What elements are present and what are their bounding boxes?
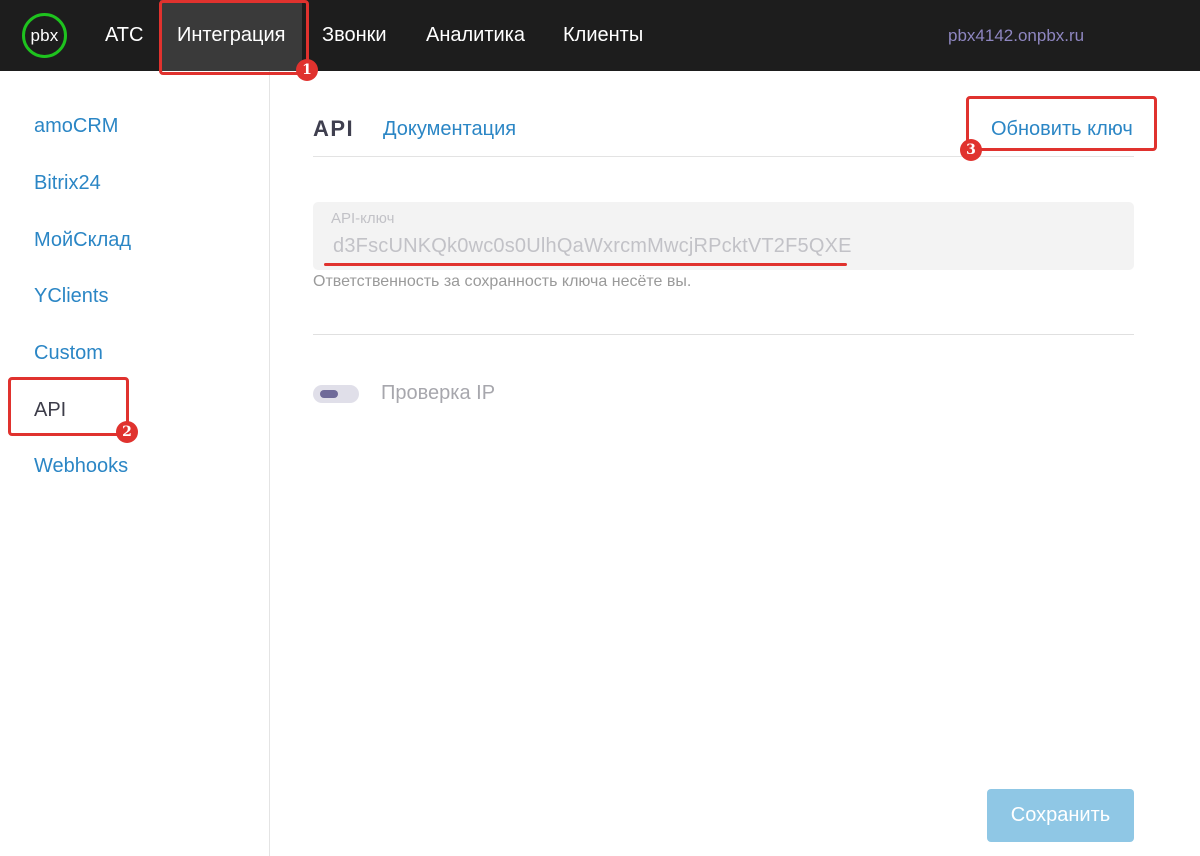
annotation-box-refresh-key (966, 96, 1157, 151)
pbx-host-domain: pbx4142.onpbx.ru (948, 26, 1085, 45)
section-divider (313, 334, 1134, 335)
api-key-field[interactable]: API-ключ d3FscUNKQk0wc0s0UlhQaWxrcmMwcjR… (313, 202, 1134, 270)
sidebar-item-moysklad[interactable]: МойСклад (34, 229, 131, 252)
annotation-badge-3: 3 (960, 139, 982, 161)
annotation-box-integration (159, 0, 309, 75)
sidebar-item-amocrm[interactable]: amoCRM (34, 115, 118, 138)
toggle-knob (320, 390, 338, 398)
api-key-value[interactable]: d3FscUNKQk0wc0s0UlhQaWxrcmMwcjRPcktVT2F5… (333, 235, 852, 258)
sidebar-item-bitrix24[interactable]: Bitrix24 (34, 172, 101, 195)
annotation-underline-api-key (324, 263, 847, 266)
sidebar-item-webhooks[interactable]: Webhooks (34, 455, 128, 478)
api-key-label: API-ключ (331, 210, 395, 227)
annotation-badge-1: 1 (296, 59, 318, 81)
tab-api[interactable]: API (313, 116, 354, 142)
nav-item-clients[interactable]: Клиенты (563, 0, 643, 71)
nav-item-analytics[interactable]: Аналитика (426, 0, 525, 71)
pbx-logo[interactable]: pbx (22, 13, 67, 58)
tabs-divider (313, 156, 1134, 157)
annotation-box-api (8, 377, 129, 436)
nav-item-ats[interactable]: АТС (105, 0, 143, 71)
save-button[interactable]: Сохранить (987, 789, 1134, 842)
ip-check-label: Проверка IP (381, 382, 496, 404)
api-key-hint: Ответственность за сохранность ключа нес… (313, 273, 692, 290)
tab-documentation[interactable]: Документация (383, 118, 516, 141)
nav-item-calls[interactable]: Звонки (322, 0, 387, 71)
ip-check-toggle[interactable] (313, 385, 359, 403)
sidebar-item-yclients[interactable]: YClients (34, 285, 108, 308)
sidebar-item-custom[interactable]: Custom (34, 342, 103, 365)
annotation-badge-2: 2 (116, 421, 138, 443)
